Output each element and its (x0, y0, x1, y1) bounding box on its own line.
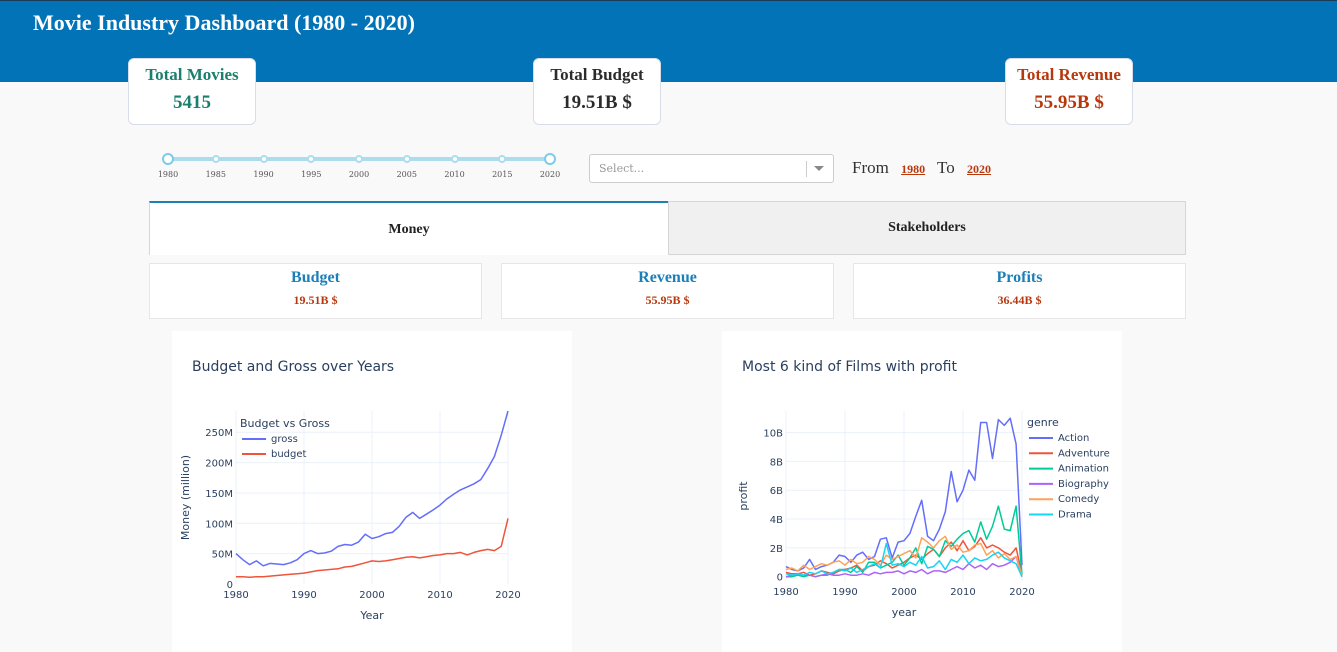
genre-profit-chart: Most 6 kind of Films with profit 1980 1990… (722, 331, 1122, 652)
legend-title: Budget vs Gross (240, 417, 330, 430)
slider-mark-label: 1990 (253, 170, 274, 179)
y-tick-label: 0 (777, 573, 783, 584)
x-axis-label: Year (359, 609, 384, 622)
kpi-value: 55.95B $ (1034, 92, 1104, 113)
y-tick-label: 50M (212, 550, 233, 561)
tab-stakeholders[interactable]: Stakeholders (668, 201, 1186, 255)
slider-mark-label: 2015 (492, 170, 513, 179)
year-range-readout: From 1980 To 2020 (852, 158, 999, 178)
money-card-revenue: Revenue 55.95B $ (501, 263, 834, 319)
slider-handle-end[interactable] (544, 153, 556, 165)
y-tick-label: 0 (227, 580, 233, 591)
y-tick-label: 150M (205, 489, 233, 500)
slider-dot[interactable] (402, 155, 411, 163)
page-title: Movie Industry Dashboard (1980 - 2020) (33, 10, 415, 35)
legend-item-budget: budget (271, 449, 307, 460)
genre-select-dropdown[interactable]: Select... (589, 154, 834, 183)
kpi-card-total-revenue: Total Revenue 55.95B $ (1005, 58, 1133, 125)
select-separator (806, 161, 807, 177)
legend-item-adventure: Adventure (1058, 448, 1110, 459)
y-axis-label: Money (million) (179, 455, 192, 540)
to-year: 2020 (967, 162, 991, 176)
money-card-value: 55.95B $ (645, 293, 690, 307)
genre-profit-svg: Most 6 kind of Films with profit 1980 1990… (737, 359, 1110, 619)
from-label: From (852, 158, 889, 177)
money-card-value: 19.51B $ (293, 293, 338, 307)
kpi-label: Total Movies (145, 65, 239, 84)
y-tick-label: 250M (205, 428, 233, 439)
money-card-label: Profits (996, 269, 1043, 286)
money-card-budget: Budget 19.51B $ (149, 263, 482, 319)
chevron-down-icon[interactable] (814, 166, 824, 171)
slider-mark-label: 2005 (396, 170, 417, 179)
x-tick-label: 1990 (832, 587, 857, 598)
slider-dot[interactable] (211, 155, 220, 163)
slider-mark-label: 1985 (205, 170, 226, 179)
y-tick-label: 6B (770, 486, 783, 497)
legend-item-drama: Drama (1058, 510, 1092, 521)
y-tick-label: 4B (770, 515, 783, 526)
slider-mark-label: 2010 (444, 170, 465, 179)
y-tick-label: 100M (205, 519, 233, 530)
legend-item-animation: Animation (1058, 464, 1109, 475)
x-axis-label: year (892, 606, 917, 619)
slider-mark-label: 2000 (348, 170, 370, 179)
tab-money[interactable]: Money (149, 201, 668, 255)
money-card-label: Revenue (638, 269, 697, 286)
kpi-card-total-movies: Total Movies 5415 (128, 58, 256, 125)
select-placeholder: Select... (599, 162, 645, 175)
slider-mark-label: 1995 (301, 170, 322, 179)
x-tick-label: 1980 (773, 587, 798, 598)
kpi-value: 5415 (173, 92, 211, 113)
chart-title: Budget and Gross over Years (192, 359, 394, 375)
y-tick-label: 200M (205, 459, 233, 470)
tab-bar: Money Stakeholders (149, 201, 1186, 255)
legend-item-gross: gross (271, 434, 298, 445)
legend-title: genre (1027, 416, 1059, 429)
y-tick-label: 8B (770, 457, 783, 468)
x-tick-label: 2000 (891, 587, 916, 598)
from-year: 1980 (901, 162, 926, 176)
slider-dot[interactable] (259, 155, 268, 163)
x-tick-label: 2010 (427, 590, 452, 601)
money-card-profits: Profits 36.44B $ (853, 263, 1186, 319)
y-tick-label: 10B (763, 429, 783, 440)
kpi-label: Total Budget (550, 65, 644, 84)
y-tick-label: 2B (770, 544, 783, 555)
money-card-label: Budget (291, 269, 340, 286)
chart-title: Most 6 kind of Films with profit (742, 359, 957, 375)
x-tick-label: 1990 (291, 590, 316, 601)
to-label: To (937, 158, 955, 177)
slider-mark-label: 1980 (157, 170, 179, 179)
x-tick-label: 1980 (223, 590, 248, 601)
kpi-label: Total Revenue (1017, 65, 1121, 84)
legend-item-biography: Biography (1058, 479, 1109, 490)
slider-dot[interactable] (355, 155, 363, 163)
y-axis-label: profit (737, 481, 750, 511)
year-range-slider[interactable]: 1980 1985 1990 1995 2000 2005 2010 2015 2020 (158, 150, 570, 185)
slider-mark-label: 2020 (539, 170, 561, 179)
budget-gross-chart: Budget and Gross over Years 1980 1990 2000 2… (172, 331, 572, 652)
x-tick-label: 2010 (950, 587, 975, 598)
x-tick-label: 2000 (359, 590, 384, 601)
kpi-value: 19.51B $ (562, 92, 632, 113)
x-tick-label: 2020 (495, 590, 520, 601)
slider-dot[interactable] (498, 155, 507, 163)
legend-item-action: Action (1058, 433, 1089, 444)
slider-dot[interactable] (450, 155, 459, 163)
money-card-value: 36.44B $ (997, 293, 1042, 307)
budget-gross-svg: Budget and Gross over Years 1980 1990 2000 2… (179, 359, 521, 622)
legend-item-comedy: Comedy (1058, 494, 1099, 505)
slider-dot[interactable] (307, 155, 316, 163)
kpi-card-total-budget: Total Budget 19.51B $ (533, 58, 661, 125)
slider-handle-start[interactable] (162, 153, 174, 165)
x-tick-label: 2020 (1009, 587, 1034, 598)
